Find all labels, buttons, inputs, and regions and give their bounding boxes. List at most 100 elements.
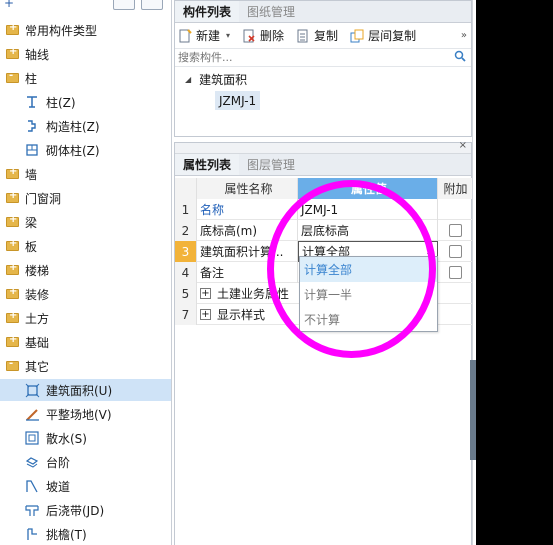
post-cast-strip-icon bbox=[24, 502, 40, 518]
tree-item-label: 挑檐(T) bbox=[46, 527, 87, 542]
constructional-column-icon bbox=[24, 118, 40, 134]
tree-item-decoration[interactable]: 装修 bbox=[0, 283, 171, 305]
list-view-icon[interactable] bbox=[113, 0, 135, 10]
folder-open-icon bbox=[6, 70, 19, 83]
tree-item-label: 常用构件类型 bbox=[25, 23, 98, 38]
folder-icon bbox=[6, 286, 19, 299]
tree-item-post-cast-strip[interactable]: 后浇带(JD) bbox=[0, 499, 171, 521]
dropdown-arrow-icon[interactable]: ▴ bbox=[427, 247, 431, 256]
ramp-icon bbox=[24, 478, 40, 494]
component-tree-item[interactable]: JZMJ-1 bbox=[175, 90, 471, 111]
tree-item-masonry-column[interactable]: 砌体柱(Z) bbox=[0, 139, 171, 161]
dropdown-option-no-calc[interactable]: 不计算 bbox=[300, 307, 437, 332]
copy-button[interactable]: 复制 bbox=[296, 27, 338, 44]
property-name: 底标高(m) bbox=[197, 220, 298, 241]
header-num bbox=[175, 178, 197, 199]
chevron-down-icon[interactable]: ▾ bbox=[226, 31, 230, 40]
tree-item-label: 板 bbox=[25, 239, 38, 254]
component-search bbox=[175, 49, 471, 67]
component-toolbar: 新建 ▾ 删除 复制 层间复制 » bbox=[175, 23, 471, 49]
tree-item-column[interactable]: 柱 bbox=[0, 67, 171, 89]
group-label: 土建业务属性 bbox=[217, 287, 290, 301]
expand-plus-icon[interactable]: + bbox=[200, 309, 211, 320]
folder-open-icon bbox=[6, 358, 19, 371]
tree-item-label: 基础 bbox=[25, 335, 50, 350]
folder-icon bbox=[6, 190, 19, 203]
extra-checkbox[interactable] bbox=[449, 245, 462, 258]
add-icon[interactable]: + bbox=[4, 0, 14, 10]
tree-item-label: 建筑面积(U) bbox=[46, 383, 113, 398]
folder-icon bbox=[6, 238, 19, 251]
new-button[interactable]: 新建 ▾ bbox=[178, 27, 230, 44]
extra-cell bbox=[438, 262, 473, 283]
tree-item-steps[interactable]: 台阶 bbox=[0, 451, 171, 473]
tree-item-slab[interactable]: 板 bbox=[0, 235, 171, 257]
tree-item-cornice[interactable]: 挑檐(T) bbox=[0, 523, 171, 545]
property-name: 建筑面积计算... bbox=[197, 241, 298, 262]
folder-icon bbox=[6, 46, 19, 59]
tree-item-label: 装修 bbox=[25, 287, 50, 302]
overflow-chevron-icon[interactable]: » bbox=[461, 30, 467, 41]
table-row[interactable]: 1 名称 JZMJ-1 bbox=[175, 199, 473, 220]
property-value[interactable]: JZMJ-1 bbox=[298, 199, 438, 220]
floor-copy-label: 层间复制 bbox=[368, 29, 417, 43]
site-leveling-icon bbox=[24, 406, 40, 422]
dropdown-option-calc-half[interactable]: 计算一半 bbox=[300, 282, 437, 307]
tree-item-label: 平整场地(V) bbox=[46, 407, 112, 422]
tree-item-axis[interactable]: 轴线 bbox=[0, 43, 171, 65]
tree-item-label: 楼梯 bbox=[25, 263, 50, 278]
extra-cell bbox=[438, 220, 473, 241]
tree-item-beam[interactable]: 梁 bbox=[0, 211, 171, 233]
expand-plus-icon[interactable]: + bbox=[200, 288, 211, 299]
close-icon[interactable]: × bbox=[459, 140, 467, 151]
tree-item-constructional-column[interactable]: 构造柱(Z) bbox=[0, 115, 171, 137]
header-property-value: 属性值 bbox=[298, 178, 438, 199]
delete-button[interactable]: 删除 bbox=[242, 27, 284, 44]
panel-title-strip: × bbox=[175, 140, 471, 154]
extra-cell bbox=[438, 241, 473, 262]
tree-item-stairs[interactable]: 楼梯 bbox=[0, 259, 171, 281]
tree-item-column-z[interactable]: 柱(Z) bbox=[0, 91, 171, 113]
tree-item-label: 后浇带(JD) bbox=[46, 503, 105, 518]
masonry-column-icon bbox=[24, 142, 40, 158]
search-icon[interactable] bbox=[454, 50, 466, 65]
floor-copy-icon bbox=[350, 29, 364, 43]
tree-item-building-area[interactable]: 建筑面积(U) bbox=[0, 379, 171, 401]
tree-item-label: 墙 bbox=[25, 167, 38, 182]
tree-item-door-window[interactable]: 门窗洞 bbox=[0, 187, 171, 209]
property-value[interactable]: 层底标高 bbox=[298, 220, 438, 241]
component-type-tree: + 常用构件类型 轴线 柱 柱(Z) 构造柱(Z) 砌体柱(Z) 墙 门窗洞 梁… bbox=[0, 0, 172, 545]
tab-drawing-management[interactable]: 图纸管理 bbox=[239, 1, 303, 22]
tree-item-apron[interactable]: 散水(S) bbox=[0, 427, 171, 449]
row-number: 3 bbox=[175, 241, 197, 262]
tree-item-foundation[interactable]: 基础 bbox=[0, 331, 171, 353]
extra-checkbox[interactable] bbox=[449, 266, 462, 279]
floor-copy-button[interactable]: 层间复制 bbox=[350, 27, 416, 44]
extra-checkbox[interactable] bbox=[449, 224, 462, 237]
row-number: 7 bbox=[175, 304, 197, 325]
tab-component-list[interactable]: 构件列表 bbox=[175, 1, 240, 22]
tree-item-site-leveling[interactable]: 平整场地(V) bbox=[0, 403, 171, 425]
tab-property-list[interactable]: 属性列表 bbox=[175, 154, 240, 175]
tab-layer-management[interactable]: 图层管理 bbox=[239, 154, 303, 175]
collapse-triangle-icon[interactable]: ◢ bbox=[185, 75, 191, 84]
property-grid-header: 属性名称 属性值 附加 bbox=[175, 178, 473, 199]
tree-item-ramp[interactable]: 坡道 bbox=[0, 475, 171, 497]
component-list-panel: 构件列表 图纸管理 新建 ▾ 删除 复制 层间复制 » ◢ 建筑面积 bbox=[174, 0, 472, 137]
building-area-icon bbox=[24, 382, 40, 398]
search-input[interactable] bbox=[178, 51, 438, 64]
tree-item-earthwork[interactable]: 土方 bbox=[0, 307, 171, 329]
table-row[interactable]: 2 底标高(m) 层底标高 bbox=[175, 220, 473, 241]
detail-view-icon[interactable] bbox=[141, 0, 163, 10]
tree-item-label: 其它 bbox=[25, 359, 50, 374]
dropdown-option-calc-all[interactable]: 计算全部 bbox=[300, 257, 437, 282]
component-tree-root[interactable]: ◢ 建筑面积 bbox=[175, 69, 471, 90]
tree-item-wall[interactable]: 墙 bbox=[0, 163, 171, 185]
tree-item-other[interactable]: 其它 bbox=[0, 355, 171, 377]
header-extra: 附加 bbox=[438, 178, 473, 199]
tree-item-label: 构造柱(Z) bbox=[46, 119, 100, 134]
tree-item-common-types[interactable]: 常用构件类型 bbox=[0, 19, 171, 41]
copy-label: 复制 bbox=[314, 29, 339, 43]
tree-item-label: 柱(Z) bbox=[46, 95, 76, 110]
offscreen-area bbox=[476, 0, 553, 545]
